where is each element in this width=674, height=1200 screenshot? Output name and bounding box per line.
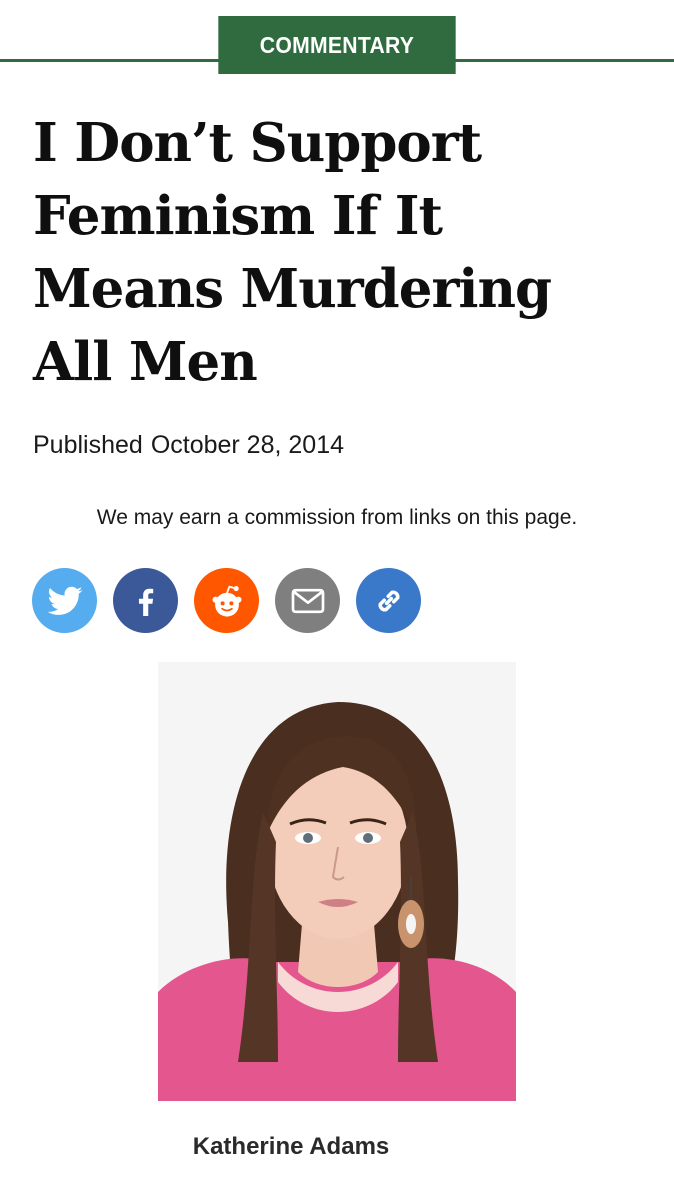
headline-line: Means Murdering <box>33 258 552 320</box>
twitter-icon <box>47 586 82 615</box>
headline-line: All Men <box>33 331 258 393</box>
facebook-icon <box>138 588 153 616</box>
author-photo <box>158 662 516 1101</box>
published-line: Published October 28, 2014 <box>33 431 344 460</box>
author-name[interactable]: Katherine Adams <box>0 1133 582 1161</box>
headline-line: Feminism If It <box>33 185 443 247</box>
share-reddit-button[interactable] <box>194 568 259 633</box>
share-bar <box>32 568 421 633</box>
email-icon <box>291 588 324 613</box>
link-icon <box>378 590 399 611</box>
section-label-commentary[interactable]: COMMENTARY <box>218 16 456 74</box>
published-label: Published <box>33 431 143 459</box>
section-header: COMMENTARY <box>0 16 674 74</box>
article-headline: I Don’t Support Feminism If It Means Mur… <box>33 107 653 399</box>
affiliate-disclaimer: We may earn a commission from links on t… <box>96 506 578 529</box>
share-twitter-button[interactable] <box>32 568 97 633</box>
share-email-button[interactable] <box>275 568 340 633</box>
share-facebook-button[interactable] <box>113 568 178 633</box>
published-date: October 28, 2014 <box>150 431 345 459</box>
reddit-icon <box>212 585 241 617</box>
share-link-button[interactable] <box>356 568 421 633</box>
headline-line: I Don’t Support <box>33 112 482 174</box>
